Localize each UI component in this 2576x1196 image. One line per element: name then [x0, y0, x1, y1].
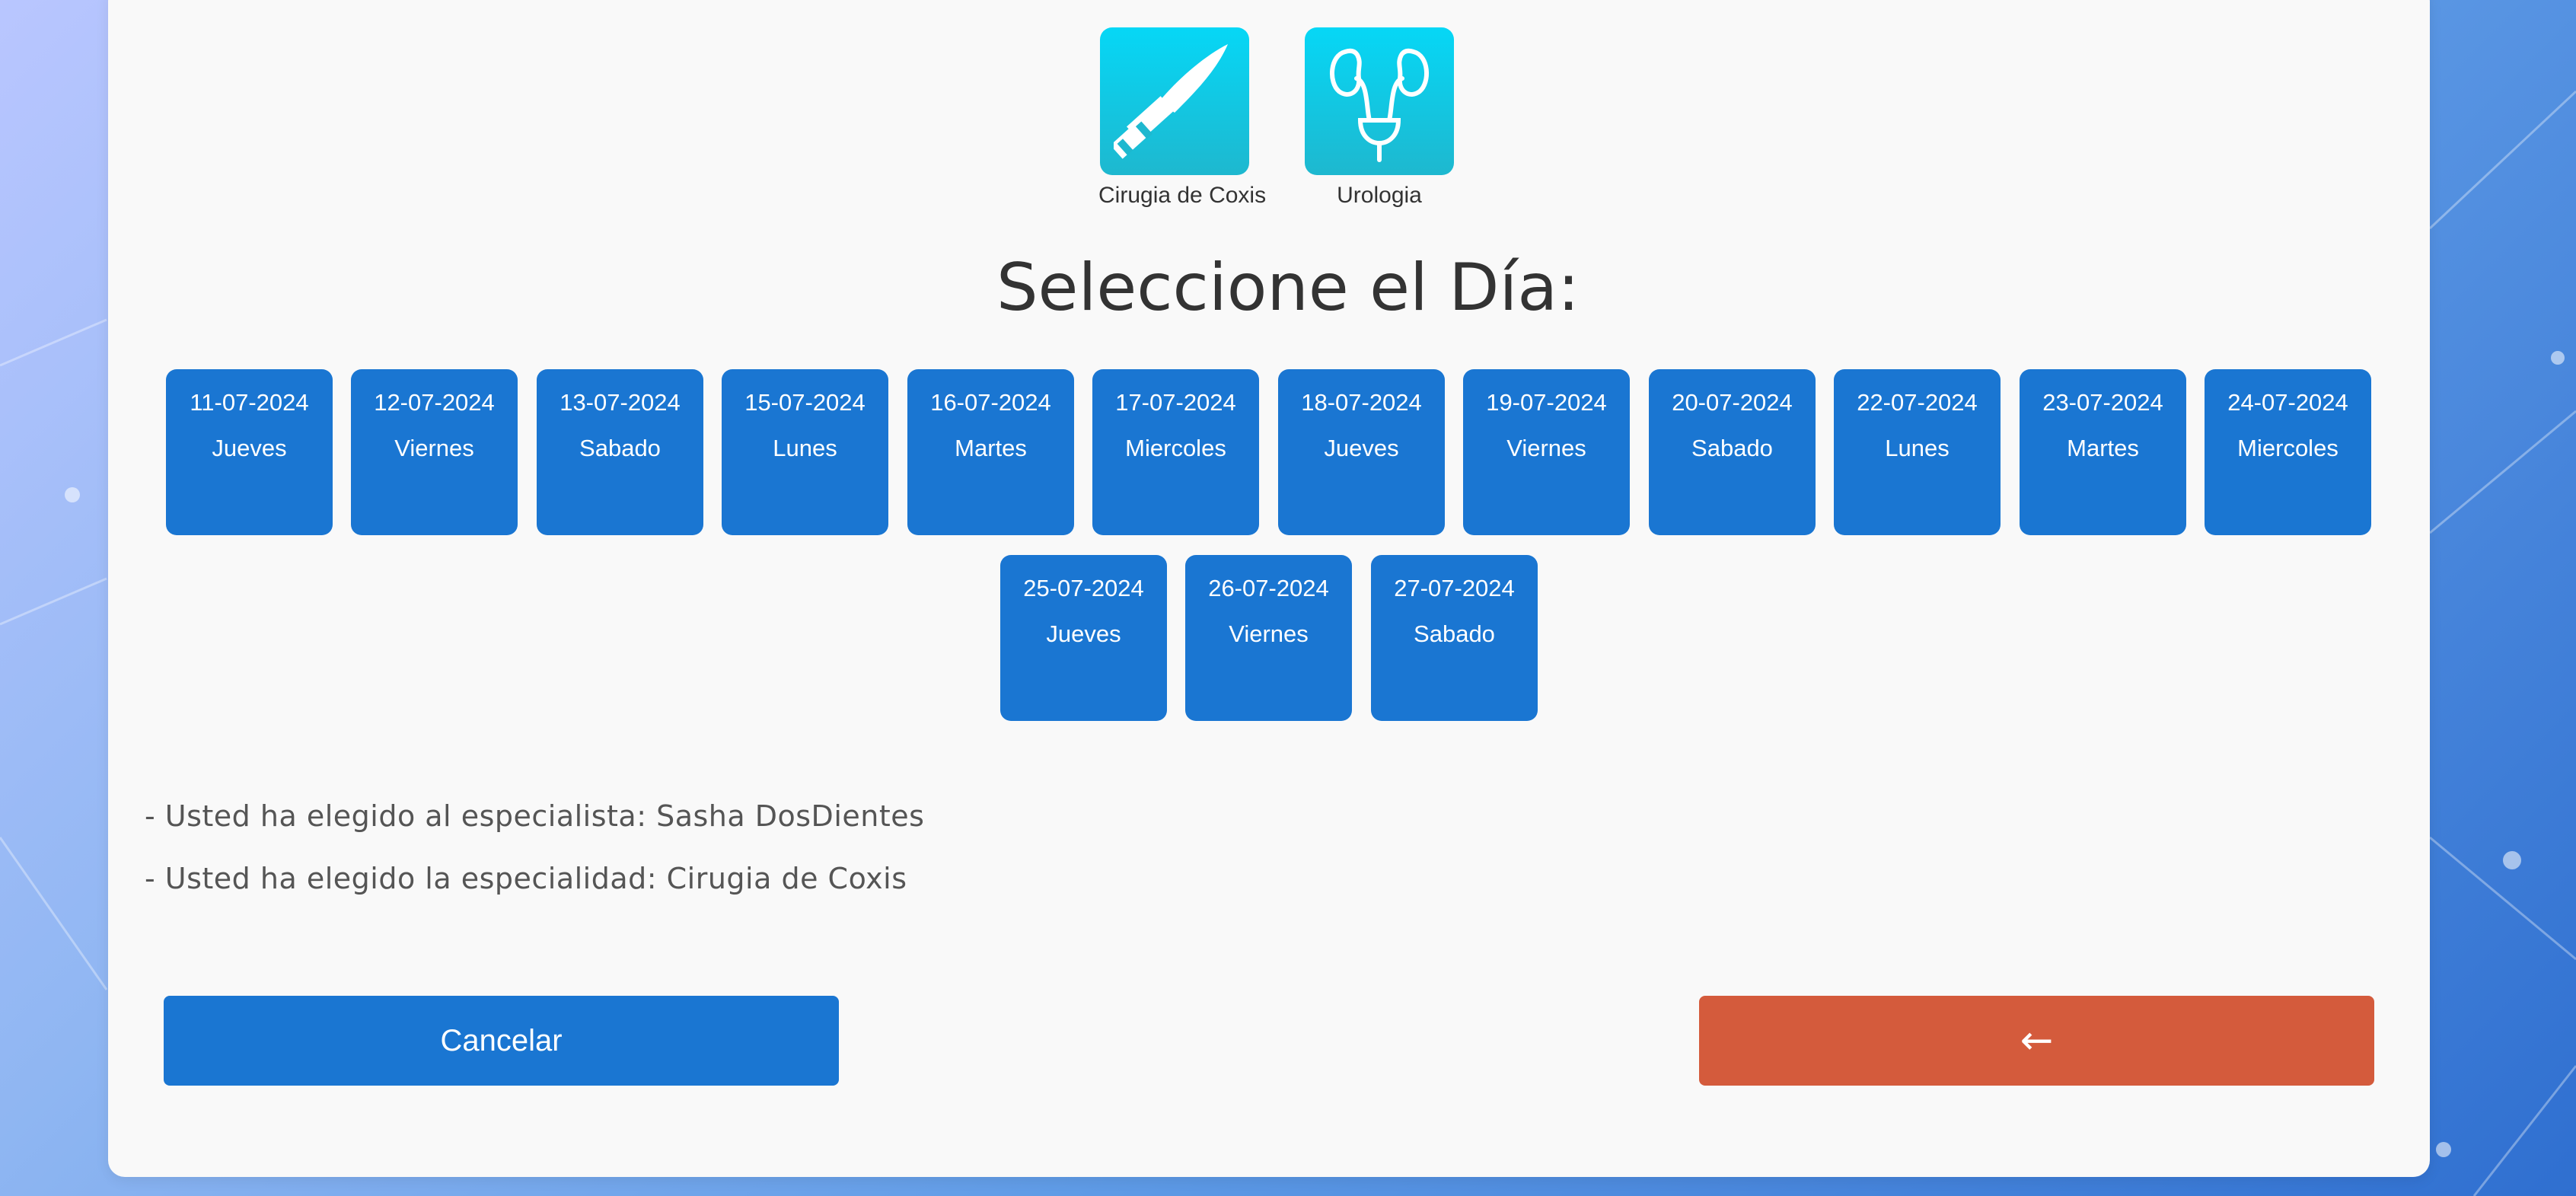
day-button[interactable]: 22-07-2024 Lunes: [1834, 369, 2001, 535]
day-date: 20-07-2024: [1672, 389, 1793, 416]
day-button[interactable]: 12-07-2024 Viernes: [351, 369, 518, 535]
back-button[interactable]: ←: [1699, 996, 2374, 1086]
day-button[interactable]: 25-07-2024 Jueves: [1000, 555, 1167, 721]
day-date: 11-07-2024: [190, 389, 309, 416]
day-button[interactable]: 26-07-2024 Viernes: [1185, 555, 1352, 721]
day-button[interactable]: 13-07-2024 Sabado: [537, 369, 703, 535]
day-date: 17-07-2024: [1115, 389, 1236, 416]
day-button[interactable]: 17-07-2024 Miercoles: [1092, 369, 1259, 535]
day-date: 24-07-2024: [2227, 389, 2348, 416]
selected-specialty-text: - Usted ha elegido la especialidad: Ciru…: [145, 862, 907, 895]
day-weekday: Martes: [2067, 435, 2139, 461]
day-date: 25-07-2024: [1023, 575, 1144, 601]
day-weekday: Viernes: [1506, 435, 1586, 461]
day-button[interactable]: 15-07-2024 Lunes: [722, 369, 888, 535]
cancel-button-label: Cancelar: [440, 1023, 563, 1057]
day-button[interactable]: 11-07-2024 Jueves: [166, 369, 333, 535]
selected-specialist-text: - Usted ha elegido al especialista: Sash…: [145, 799, 925, 833]
day-weekday: Jueves: [1324, 435, 1399, 461]
day-date: 18-07-2024: [1301, 389, 1422, 416]
day-weekday: Jueves: [1046, 620, 1121, 647]
day-date: 15-07-2024: [744, 389, 866, 416]
specialty-cirugia-de-coxis[interactable]: Cirugia de Coxis: [1098, 27, 1267, 209]
day-weekday: Sabado: [1414, 620, 1495, 647]
day-weekday: Lunes: [773, 435, 837, 461]
day-weekday: Viernes: [1229, 620, 1309, 647]
day-weekday: Jueves: [212, 435, 287, 461]
day-date: 22-07-2024: [1857, 389, 1978, 416]
day-weekday: Sabado: [1691, 435, 1773, 461]
day-date: 27-07-2024: [1394, 575, 1515, 601]
specialty-label: Cirugia de Coxis: [1098, 183, 1267, 208]
day-date: 12-07-2024: [374, 389, 495, 416]
day-date: 23-07-2024: [2042, 389, 2163, 416]
day-button[interactable]: 19-07-2024 Viernes: [1463, 369, 1630, 535]
scalpel-icon: [1114, 44, 1228, 159]
day-button[interactable]: 23-07-2024 Martes: [2020, 369, 2186, 535]
kidneys-bladder-icon: [1329, 48, 1430, 162]
specialty-tile[interactable]: [1305, 27, 1454, 175]
day-button[interactable]: 18-07-2024 Jueves: [1278, 369, 1445, 535]
day-button[interactable]: 24-07-2024 Miercoles: [2205, 369, 2371, 535]
specialty-urologia[interactable]: Urologia: [1303, 27, 1455, 209]
day-weekday: Sabado: [579, 435, 661, 461]
specialty-tile[interactable]: [1100, 27, 1249, 175]
arrow-left-icon: ←: [2020, 1018, 2054, 1064]
page-title: Seleccione el Día:: [996, 250, 1580, 326]
day-button[interactable]: 27-07-2024 Sabado: [1371, 555, 1538, 721]
specialty-label: Urologia: [1337, 183, 1422, 208]
day-weekday: Viernes: [394, 435, 474, 461]
cancel-button[interactable]: Cancelar: [164, 996, 839, 1086]
day-date: 13-07-2024: [560, 389, 681, 416]
day-weekday: Miercoles: [2237, 435, 2338, 461]
day-weekday: Miercoles: [1125, 435, 1226, 461]
day-date: 16-07-2024: [930, 389, 1051, 416]
day-date: 26-07-2024: [1208, 575, 1329, 601]
day-date: 19-07-2024: [1486, 389, 1607, 416]
day-weekday: Martes: [955, 435, 1027, 461]
day-button[interactable]: 16-07-2024 Martes: [907, 369, 1074, 535]
day-button[interactable]: 20-07-2024 Sabado: [1649, 369, 1816, 535]
day-weekday: Lunes: [1885, 435, 1950, 461]
